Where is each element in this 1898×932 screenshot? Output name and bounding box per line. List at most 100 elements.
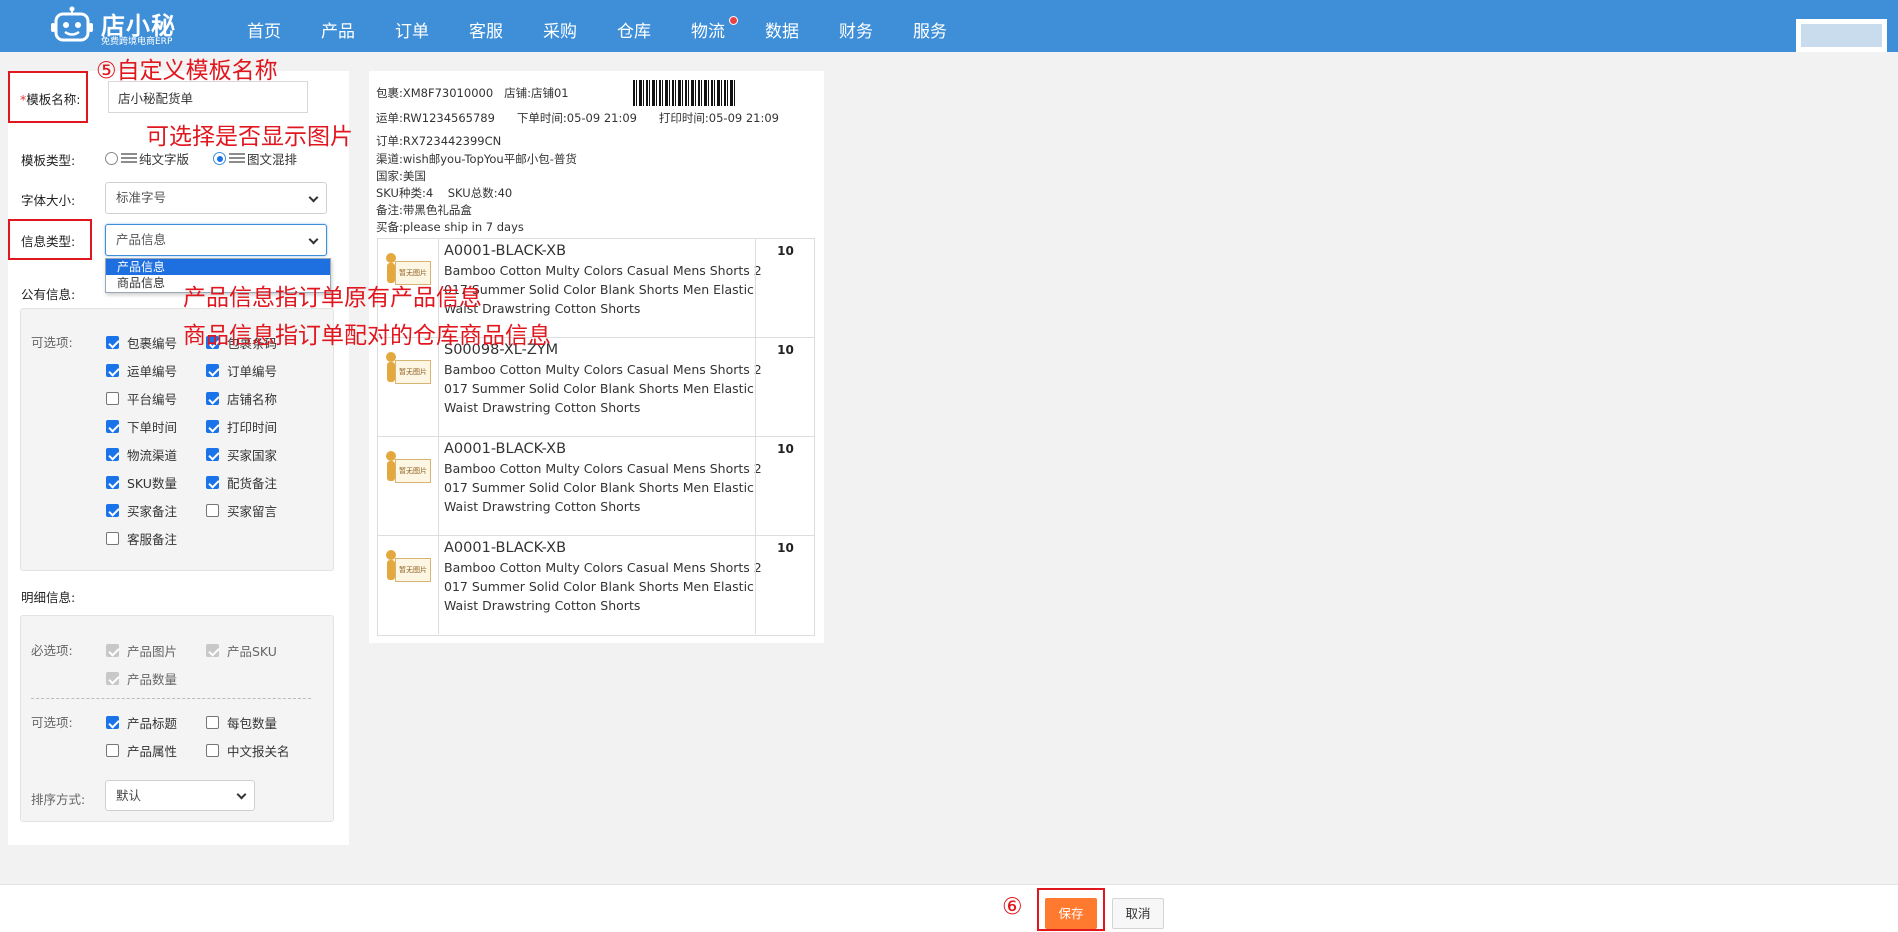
chevron-down-icon bbox=[308, 234, 319, 245]
product-title: Bamboo Cotton Multy Colors Casual Mens S… bbox=[444, 560, 762, 613]
public-info-box: 可选项: 包裹编号 包裹条码 运单编号 订单编号 平台编号 店铺名称 下单时间 … bbox=[20, 308, 334, 571]
cb-logistics-channel[interactable]: 物流渠道 bbox=[106, 445, 177, 464]
user-account-button[interactable] bbox=[1796, 19, 1887, 52]
font-size-value: 标准字号 bbox=[116, 190, 167, 205]
checkbox[interactable] bbox=[206, 504, 219, 517]
cb-sku-count[interactable]: SKU数量 bbox=[106, 473, 177, 492]
cb-platform-number[interactable]: 平台编号 bbox=[106, 389, 177, 408]
cb-label: 包裹编号 bbox=[127, 336, 178, 351]
detail-info-label: 明细信息: bbox=[21, 590, 76, 605]
checkbox[interactable] bbox=[206, 448, 219, 461]
no-image-sign: 暂无图片 bbox=[395, 558, 431, 582]
cb-product-qty: 产品数量 bbox=[106, 669, 177, 688]
checkbox[interactable] bbox=[206, 744, 219, 757]
figure-body bbox=[387, 560, 395, 580]
cb-print-time[interactable]: 打印时间 bbox=[206, 417, 277, 436]
preview-package-text: 包裹:XM8F73010000 bbox=[376, 86, 494, 100]
figure-body bbox=[387, 461, 395, 481]
font-size-select[interactable]: 标准字号 bbox=[105, 182, 327, 214]
logo[interactable]: 店小秘 免费跨境电商ERP bbox=[46, 0, 176, 48]
nav-data[interactable]: 数据 bbox=[745, 0, 819, 52]
image-text-layout-icon bbox=[229, 152, 245, 165]
nav-products[interactable]: 产品 bbox=[301, 0, 375, 52]
product-text-cell: A0001-BLACK-XB Bamboo Cotton Multy Colors… bbox=[444, 242, 762, 318]
checkbox[interactable] bbox=[206, 420, 219, 433]
cb-label: 打印时间 bbox=[227, 420, 278, 435]
checkbox-disabled bbox=[206, 644, 219, 657]
nav-customer-service[interactable]: 客服 bbox=[449, 0, 523, 52]
cb-package-number[interactable]: 包裹编号 bbox=[106, 333, 177, 352]
cb-cn-customs-name[interactable]: 中文报关名 bbox=[206, 741, 290, 760]
cb-product-attributes[interactable]: 产品属性 bbox=[106, 741, 177, 760]
cb-label: 订单编号 bbox=[227, 364, 278, 379]
cb-label: 买家留言 bbox=[227, 504, 278, 519]
option-goods-info[interactable]: 商品信息 bbox=[106, 275, 330, 291]
cb-shop-name[interactable]: 店铺名称 bbox=[206, 389, 277, 408]
placeholder-figure-icon: 暂无图片 bbox=[383, 445, 433, 491]
cb-per-pack-qty[interactable]: 每包数量 bbox=[206, 713, 277, 732]
detail-info-box: 必选项: 产品图片 产品SKU 产品数量 可选项: 产品标题 每包数量 产品属性… bbox=[20, 615, 334, 822]
cb-order-time[interactable]: 下单时间 bbox=[106, 417, 177, 436]
product-image-cell: 暂无图片 bbox=[378, 239, 439, 337]
checkbox[interactable] bbox=[106, 392, 119, 405]
no-image-sign: 暂无图片 bbox=[395, 459, 431, 483]
cancel-button[interactable]: 取消 bbox=[1112, 898, 1164, 929]
info-type-select[interactable]: 产品信息 bbox=[105, 224, 327, 256]
checkbox[interactable] bbox=[106, 448, 119, 461]
checkbox[interactable] bbox=[106, 504, 119, 517]
checkbox[interactable] bbox=[106, 532, 119, 545]
checkbox[interactable] bbox=[106, 476, 119, 489]
preview-channel: 渠道:wish邮you-TopYou平邮小包-普货 bbox=[376, 152, 577, 166]
radio-text-only[interactable]: 纯文字版 bbox=[105, 149, 189, 168]
cb-waybill-number[interactable]: 运单编号 bbox=[106, 361, 177, 380]
info-type-value: 产品信息 bbox=[116, 232, 167, 247]
checkbox[interactable] bbox=[106, 420, 119, 433]
cb-buyer-message[interactable]: 买家留言 bbox=[206, 501, 277, 520]
checkbox[interactable] bbox=[206, 392, 219, 405]
nav-home[interactable]: 首页 bbox=[227, 0, 301, 52]
nav-warehouse[interactable]: 仓库 bbox=[597, 0, 671, 52]
nav-purchase[interactable]: 采购 bbox=[523, 0, 597, 52]
preview-waybill-row: 运单:RW1234565789 下单时间:05-09 21:09 打印时间:05… bbox=[376, 110, 779, 126]
checkbox[interactable] bbox=[206, 476, 219, 489]
checkbox[interactable] bbox=[106, 336, 119, 349]
cb-label: 配货备注 bbox=[227, 476, 278, 491]
checkbox[interactable] bbox=[206, 716, 219, 729]
product-title: Bamboo Cotton Multy Colors Casual Mens S… bbox=[444, 263, 762, 316]
template-name-input[interactable] bbox=[108, 81, 308, 113]
cb-cs-note[interactable]: 客服备注 bbox=[106, 529, 177, 548]
public-info-label: 公有信息: bbox=[21, 287, 76, 302]
detail-optional-label: 可选项: bbox=[31, 715, 73, 730]
product-sku: S00098-XL-ZYM bbox=[444, 342, 559, 358]
nav-orders[interactable]: 订单 bbox=[375, 0, 449, 52]
product-qty: 10 bbox=[755, 437, 815, 535]
checkbox[interactable] bbox=[106, 716, 119, 729]
nav-services[interactable]: 服务 bbox=[893, 0, 967, 52]
sort-order-select[interactable]: 默认 bbox=[105, 780, 255, 811]
nav-finance[interactable]: 财务 bbox=[819, 0, 893, 52]
placeholder-figure-icon: 暂无图片 bbox=[383, 544, 433, 590]
product-sku: A0001-BLACK-XB bbox=[444, 441, 567, 457]
print-preview-panel: 包裹:XM8F73010000 店铺:店铺01 运单:RW1234565789 … bbox=[369, 71, 824, 643]
cb-order-number[interactable]: 订单编号 bbox=[206, 361, 277, 380]
cb-product-title[interactable]: 产品标题 bbox=[106, 713, 177, 732]
checkbox[interactable] bbox=[206, 364, 219, 377]
save-button[interactable]: 保存 bbox=[1045, 898, 1097, 929]
radio-button[interactable] bbox=[105, 152, 118, 165]
cb-picking-note[interactable]: 配货备注 bbox=[206, 473, 277, 492]
checkbox[interactable] bbox=[106, 364, 119, 377]
option-product-info[interactable]: 产品信息 bbox=[106, 259, 330, 275]
checkbox[interactable] bbox=[206, 336, 219, 349]
notification-dot bbox=[729, 16, 738, 25]
nav-logistics[interactable]: 物流 bbox=[671, 0, 745, 52]
checkbox[interactable] bbox=[106, 744, 119, 757]
radio-button-selected[interactable] bbox=[213, 152, 226, 165]
radio-image-text[interactable]: 图文混排 bbox=[213, 149, 297, 168]
cb-package-barcode[interactable]: 包裹条码 bbox=[206, 333, 277, 352]
product-title: Bamboo Cotton Multy Colors Casual Mens S… bbox=[444, 461, 762, 514]
font-size-label: 字体大小: bbox=[21, 193, 76, 208]
cb-buyer-country[interactable]: 买家国家 bbox=[206, 445, 277, 464]
logo-subtitle: 免费跨境电商ERP bbox=[101, 37, 173, 47]
preview-print-time: 打印时间:05-09 21:09 bbox=[658, 111, 779, 125]
cb-buyer-note[interactable]: 买家备注 bbox=[106, 501, 177, 520]
